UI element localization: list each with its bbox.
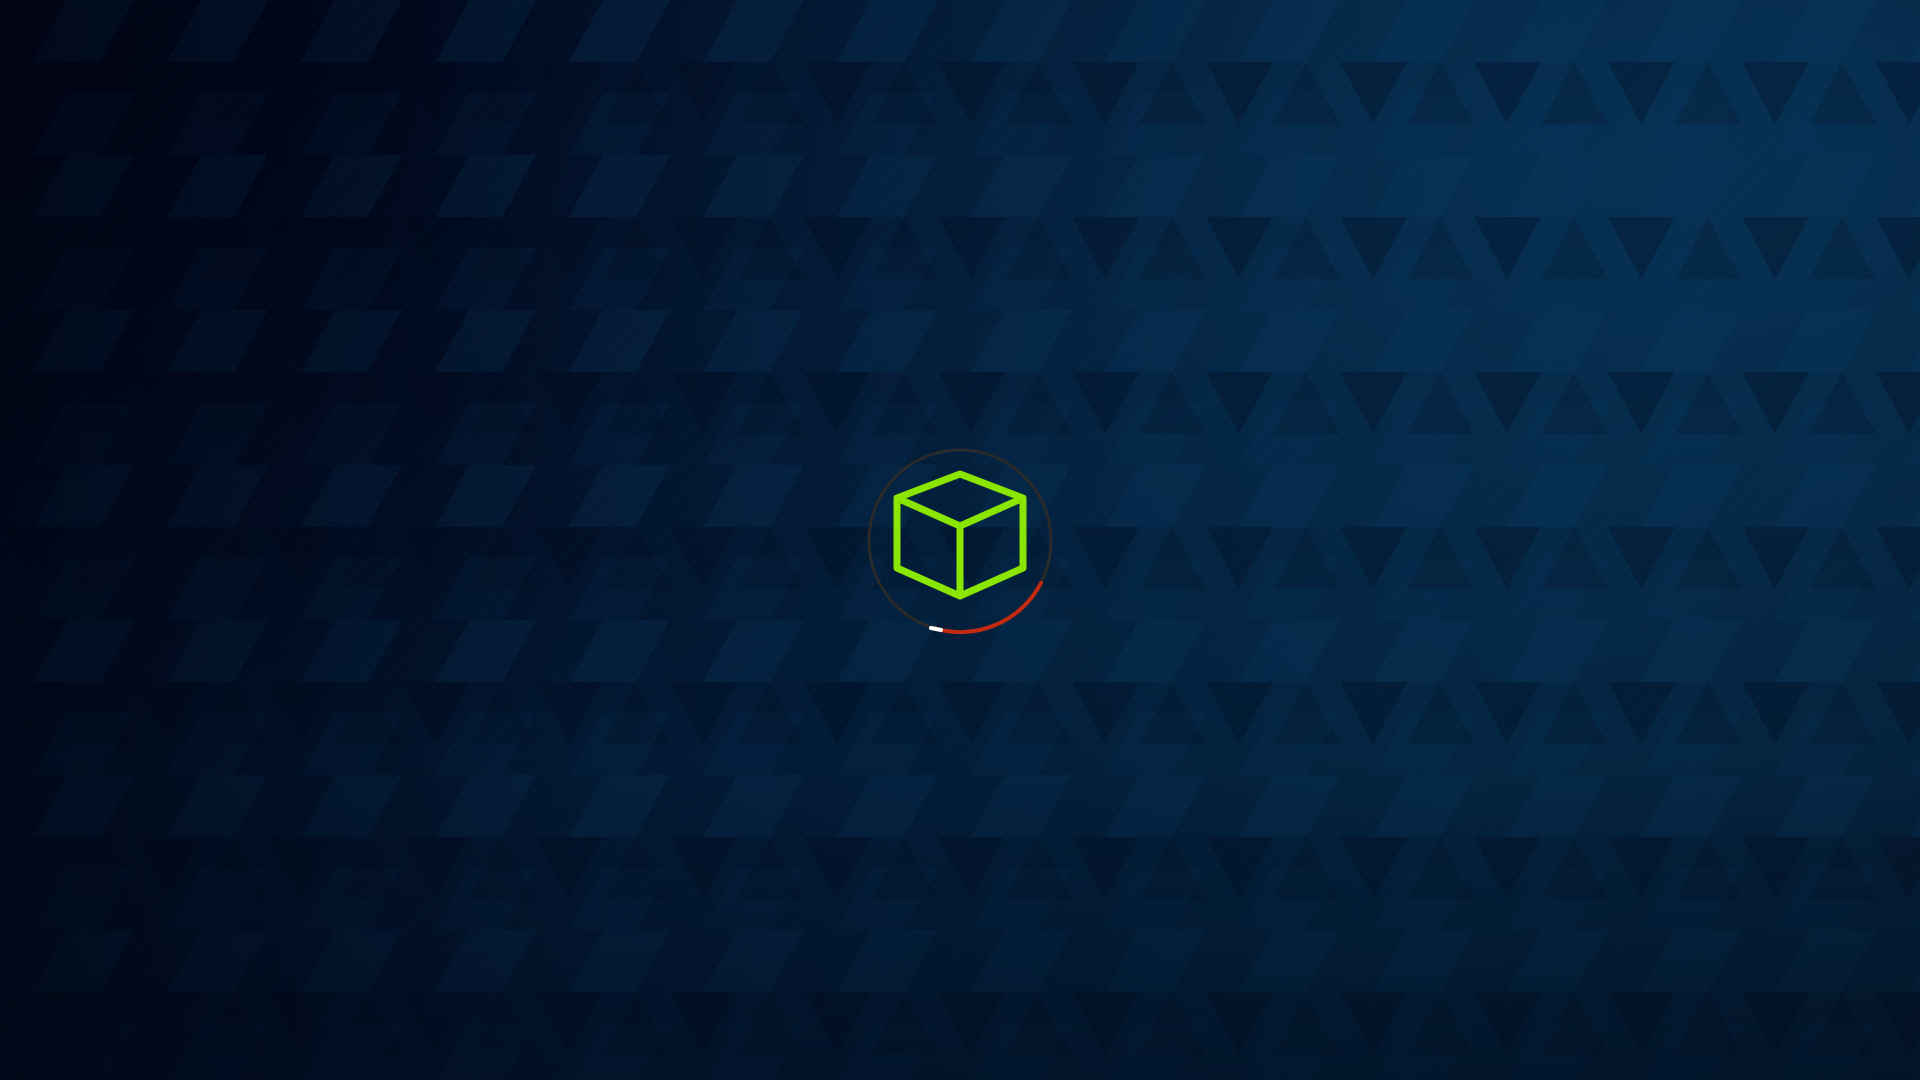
loading-spinner [865, 446, 1055, 636]
spinner-arc-tip [929, 626, 943, 632]
spinner-graphic [867, 448, 1053, 635]
loading-screen [0, 0, 1920, 1080]
cube-icon [893, 470, 1027, 600]
